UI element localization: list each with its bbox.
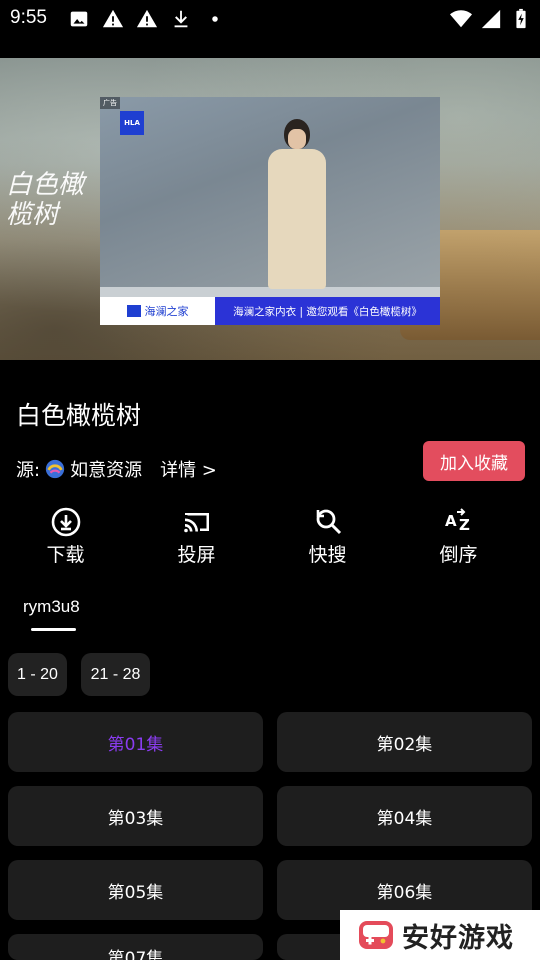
add-favorite-button[interactable]: 加入收藏 [423,441,525,481]
episode-button[interactable]: 第07集 [8,934,263,960]
ad-slogan: 海澜之家内衣 | 邀您观看《白色橄榄树》 [215,297,440,325]
video-player[interactable]: 白色橄榄树 广告 HLA 海澜之家 海澜之家内衣 | 邀您观看《白色橄榄树》 [0,58,540,360]
watermark: 安好游戏 [340,910,540,960]
cast-icon [183,513,209,533]
svg-text:Z: Z [459,516,470,534]
source-swirl-icon [45,459,65,479]
ad-model [250,119,340,289]
ad-tag: 广告 [100,97,120,109]
download-icon [174,10,188,28]
range-chip-1-20[interactable]: 1 - 20 [8,653,67,696]
download-button[interactable]: 下载 [0,506,131,570]
battery-icon [516,8,526,29]
poster-title-art: 白色橄榄树 [6,170,85,230]
search-refresh-icon [316,509,341,535]
image-icon [70,11,88,27]
signal-icon [481,9,501,29]
warning-icon [102,9,124,28]
status-bar: 9:55 [0,0,540,38]
download-circle-icon [51,507,80,537]
range-chip-21-28[interactable]: 21 - 28 [81,653,150,696]
cast-button[interactable]: 投屏 [131,506,262,570]
episode-button[interactable]: 第02集 [277,712,532,772]
source-name[interactable]: 如意资源 [70,456,142,482]
show-title: 白色橄榄树 [16,401,142,430]
ad-banner[interactable]: 海澜之家 海澜之家内衣 | 邀您观看《白色橄榄树》 [100,297,440,325]
episode-button[interactable]: 第01集 [8,712,263,772]
watermark-text: 安好游戏 [402,922,514,954]
gamepad-logo-icon [359,921,393,949]
ad-overlay[interactable]: 广告 HLA 海澜之家 海澜之家内衣 | 邀您观看《白色橄榄树》 [100,97,440,325]
tab-indicator [31,628,76,631]
cast-label: 投屏 [177,544,216,566]
reverse-order-label: 倒序 [439,544,478,566]
action-bar: 下载 投屏 快搜 A Z 倒序 [0,506,540,570]
source-prefix: 源: [16,460,41,481]
brand-mini-logo [126,305,141,317]
details-link[interactable]: 详情 > [160,456,217,482]
quick-search-button[interactable]: 快搜 [262,506,393,570]
warning-icon [136,9,158,28]
dot-icon [212,16,218,22]
tab-source-rym3u8[interactable]: rym3u8 [23,597,80,617]
source-row: 源: 如意资源 详情 > [16,456,217,482]
download-label: 下载 [46,544,85,566]
svg-text:A: A [445,512,457,530]
reverse-order-button[interactable]: A Z 倒序 [393,506,524,570]
sort-az-icon: A Z [445,508,470,534]
quick-search-label: 快搜 [308,544,347,566]
status-time: 9:55 [10,7,47,28]
episode-button[interactable]: 第03集 [8,786,263,846]
episode-button[interactable]: 第05集 [8,860,263,920]
ad-brand-name: 海澜之家 [144,305,189,318]
episode-button[interactable]: 第04集 [277,786,532,846]
wifi-icon [450,10,472,28]
ad-brand-logo: HLA [120,111,144,135]
